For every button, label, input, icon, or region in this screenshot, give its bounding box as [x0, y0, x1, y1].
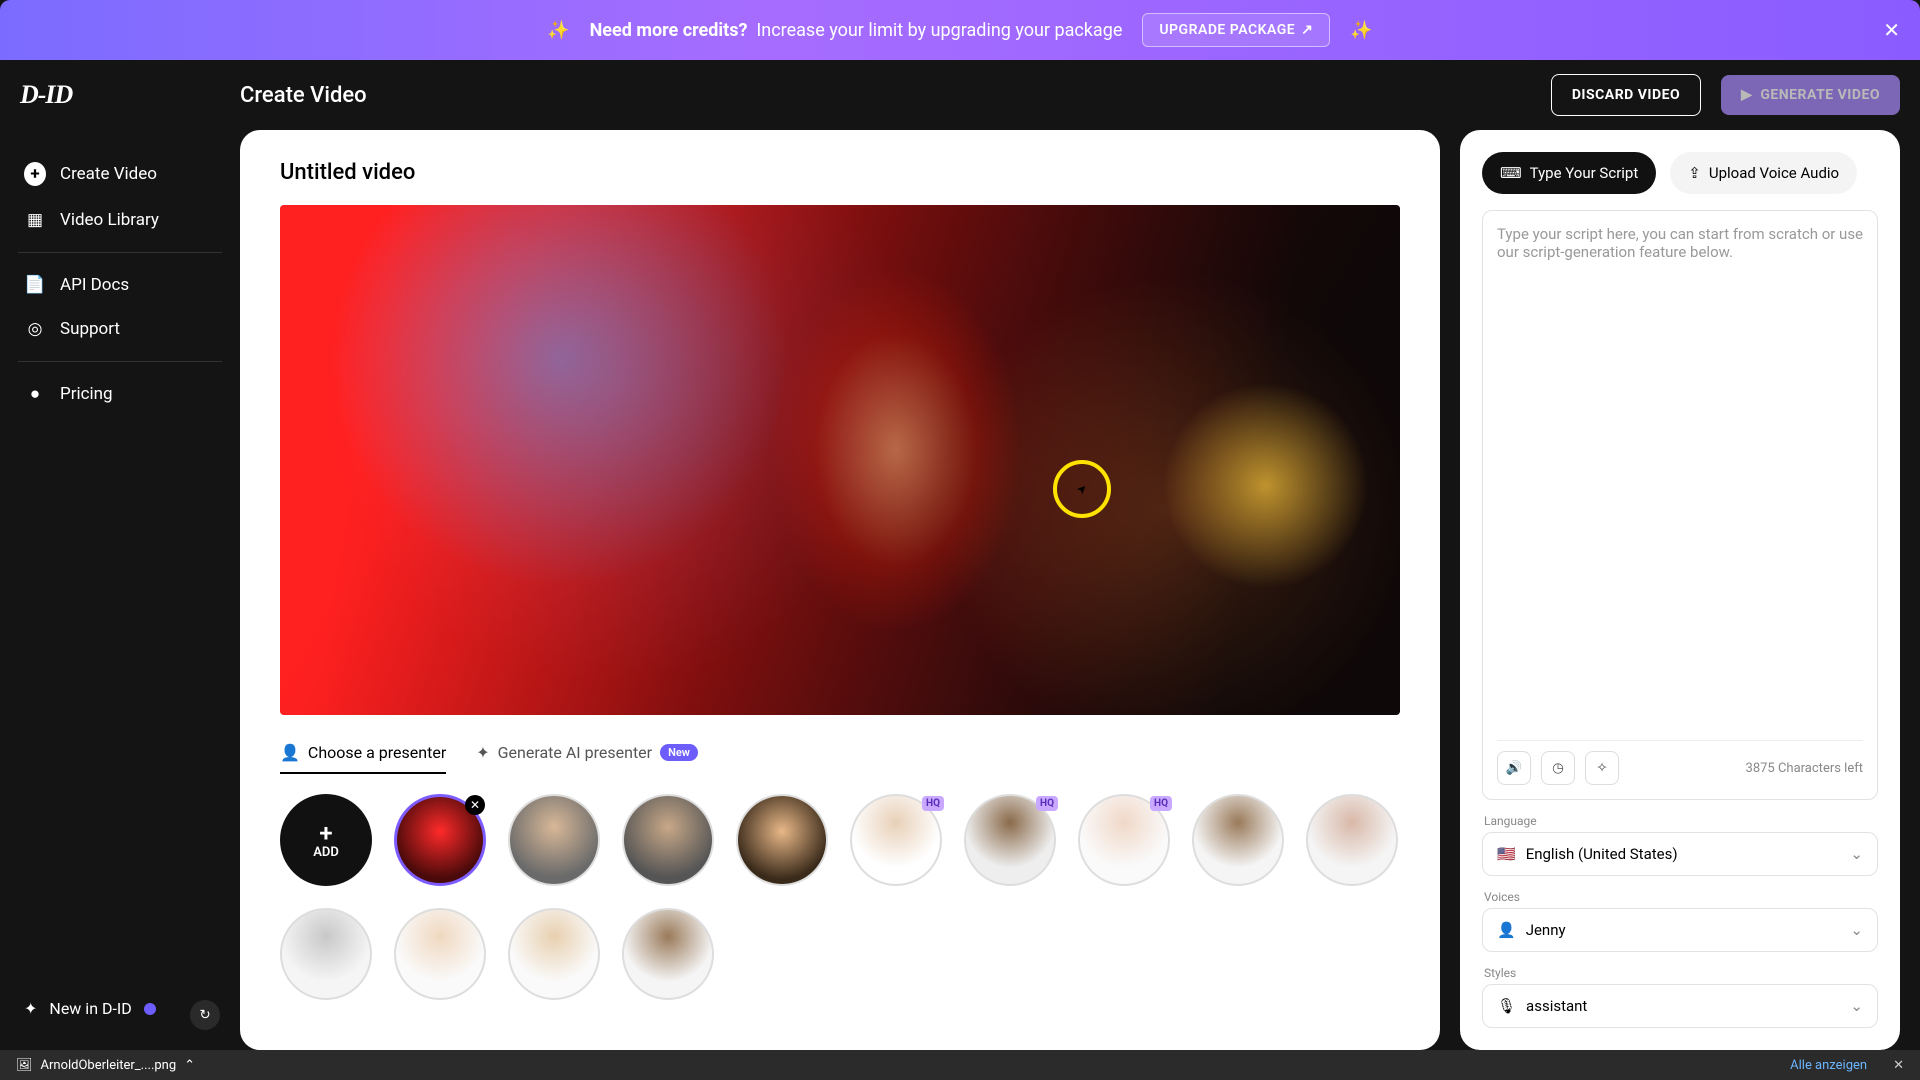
- chevron-down-icon: ⌄: [1850, 921, 1863, 939]
- new-badge: New: [660, 744, 698, 761]
- pause-insert-button[interactable]: ◷: [1541, 751, 1575, 785]
- banner-text: Need more credits? Increase your limit b…: [590, 20, 1123, 41]
- discard-video-button[interactable]: DISCARD VIDEO: [1551, 74, 1701, 116]
- sidebar-item-video-library[interactable]: ▦ Video Library: [10, 198, 230, 242]
- sidebar-item-pricing[interactable]: ● Pricing: [10, 372, 230, 416]
- sidebar-item-create-video[interactable]: + Create Video: [10, 150, 230, 198]
- chevron-up-icon: ⌃: [184, 1058, 195, 1073]
- sparkle-icon: ✨: [1350, 20, 1372, 41]
- upgrade-package-button[interactable]: UPGRADE PACKAGE ↗: [1142, 13, 1330, 47]
- divider: [18, 252, 222, 253]
- presenter-tabs: 👤 Choose a presenter ✦ Generate AI prese…: [280, 743, 1400, 774]
- presenter-avatar[interactable]: [1306, 794, 1398, 886]
- person-icon: 👤: [280, 743, 300, 762]
- presenter-avatar[interactable]: [508, 794, 600, 886]
- plus-icon: +: [319, 821, 332, 845]
- video-preview[interactable]: [280, 205, 1400, 715]
- presenter-avatar[interactable]: [394, 908, 486, 1000]
- presenter-avatar[interactable]: [508, 908, 600, 1000]
- presenter-grid: + ADD ✕ HQ HQ HQ: [280, 794, 1400, 1000]
- divider: [18, 361, 222, 362]
- download-file-chip[interactable]: 🖼 ArnoldOberleiter_....png ⌃: [16, 1058, 195, 1073]
- presenter-avatar[interactable]: [1192, 794, 1284, 886]
- tab-choose-presenter[interactable]: 👤 Choose a presenter: [280, 743, 446, 774]
- sparkle-icon: ✦: [476, 743, 489, 762]
- sidebar-item-support[interactable]: ◎ Support: [10, 307, 230, 351]
- microphone-icon: 🎙: [1497, 997, 1516, 1015]
- voices-label: Voices: [1484, 890, 1876, 904]
- styles-label: Styles: [1484, 966, 1876, 980]
- remove-presenter-button[interactable]: ✕: [465, 795, 485, 815]
- voices-select[interactable]: 👤 Jenny ⌄: [1482, 908, 1878, 952]
- close-banner-button[interactable]: ✕: [1883, 18, 1900, 42]
- presenter-avatar[interactable]: HQ: [1078, 794, 1170, 886]
- coin-icon: ●: [24, 384, 46, 404]
- page-title: Create Video: [240, 83, 1531, 108]
- notification-badge: [144, 1003, 156, 1015]
- styles-select[interactable]: 🎙 assistant ⌄: [1482, 984, 1878, 1028]
- speaker-icon: 🔊: [1506, 761, 1523, 776]
- plus-icon: +: [24, 162, 46, 186]
- hq-badge: HQ: [1036, 796, 1058, 811]
- sidebar: + Create Video ▦ Video Library 📄 API Doc…: [0, 130, 240, 1050]
- close-download-bar[interactable]: ✕: [1893, 1058, 1904, 1073]
- cursor-indicator: [1053, 460, 1111, 518]
- tab-upload-audio[interactable]: ⇪ Upload Voice Audio: [1670, 152, 1857, 194]
- video-title-input[interactable]: Untitled video: [280, 160, 1400, 185]
- presenter-image: [280, 205, 1400, 715]
- presenter-avatar[interactable]: [736, 794, 828, 886]
- characters-left: 3875 Characters left: [1746, 761, 1863, 776]
- script-textarea[interactable]: [1497, 225, 1863, 740]
- tab-generate-ai-presenter[interactable]: ✦ Generate AI presenter New: [476, 743, 698, 774]
- clock-icon: ◷: [1552, 761, 1564, 776]
- sparkle-icon: ✦: [24, 999, 37, 1018]
- main-panel: Untitled video 👤 Choose a presenter ✦ Ge…: [240, 130, 1440, 1050]
- listen-button[interactable]: 🔊: [1497, 751, 1531, 785]
- presenter-avatar[interactable]: HQ: [850, 794, 942, 886]
- chevron-down-icon: ⌄: [1850, 845, 1863, 863]
- presenter-avatar[interactable]: HQ: [964, 794, 1056, 886]
- language-select[interactable]: 🇺🇸 English (United States) ⌄: [1482, 832, 1878, 876]
- presenter-avatar[interactable]: ✕: [394, 794, 486, 886]
- show-all-downloads[interactable]: Alle anzeigen: [1790, 1058, 1867, 1073]
- grid-icon: ▦: [24, 210, 46, 230]
- tab-type-script[interactable]: ⌨ Type Your Script: [1482, 152, 1656, 194]
- keyboard-icon: ⌨: [1500, 164, 1522, 182]
- add-presenter-button[interactable]: + ADD: [280, 794, 372, 886]
- language-label: Language: [1484, 814, 1876, 828]
- collapse-sidebar-button[interactable]: ↻: [190, 1000, 220, 1030]
- topbar: D-ID Create Video DISCARD VIDEO ▶ GENERA…: [0, 60, 1920, 130]
- magic-button[interactable]: ✧: [1585, 751, 1619, 785]
- upload-icon: ⇪: [1688, 164, 1701, 182]
- flag-icon: 🇺🇸: [1497, 845, 1516, 863]
- wand-icon: ✧: [1596, 761, 1607, 776]
- logo[interactable]: D-ID: [20, 80, 220, 110]
- document-icon: 📄: [24, 275, 46, 295]
- promo-banner: ✨ Need more credits? Increase your limit…: [0, 0, 1920, 60]
- presenter-avatar[interactable]: [622, 794, 714, 886]
- lifebuoy-icon: ◎: [24, 319, 46, 339]
- chevron-down-icon: ⌄: [1850, 997, 1863, 1015]
- script-panel: ⌨ Type Your Script ⇪ Upload Voice Audio …: [1460, 130, 1900, 1050]
- sidebar-item-api-docs[interactable]: 📄 API Docs: [10, 263, 230, 307]
- download-bar: 🖼 ArnoldOberleiter_....png ⌃ Alle anzeig…: [0, 1050, 1920, 1080]
- sparkle-icon: ✨: [547, 20, 569, 41]
- external-link-icon: ↗: [1301, 22, 1313, 38]
- generate-video-button[interactable]: ▶ GENERATE VIDEO: [1721, 75, 1900, 115]
- presenter-avatar[interactable]: [280, 908, 372, 1000]
- script-source-tabs: ⌨ Type Your Script ⇪ Upload Voice Audio: [1482, 152, 1878, 194]
- video-icon: ▶: [1741, 87, 1752, 103]
- hq-badge: HQ: [922, 796, 944, 811]
- person-icon: 👤: [1497, 921, 1516, 939]
- presenter-avatar[interactable]: [622, 908, 714, 1000]
- hq-badge: HQ: [1150, 796, 1172, 811]
- image-file-icon: 🖼: [16, 1058, 33, 1073]
- script-box: 🔊 ◷ ✧ 3875 Characters left: [1482, 210, 1878, 800]
